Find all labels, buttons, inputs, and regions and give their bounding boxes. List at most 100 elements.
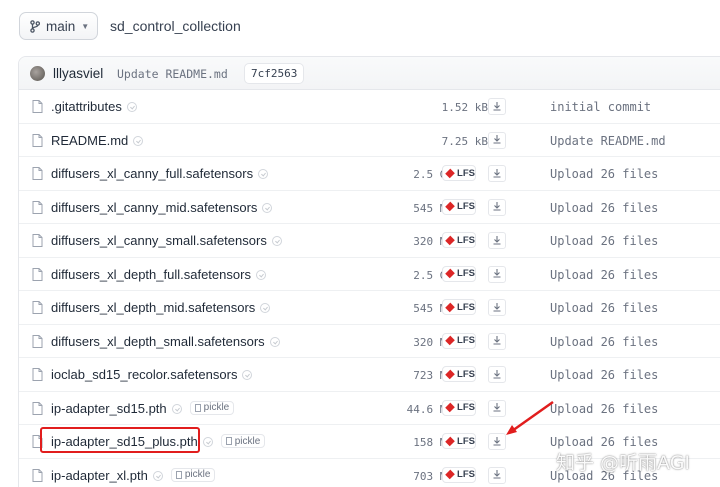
download-button[interactable] — [488, 98, 506, 115]
pickle-icon — [225, 437, 232, 445]
lfs-icon — [445, 201, 455, 212]
lfs-badge[interactable]: LFS — [442, 198, 476, 215]
table-row: ioclab_sd15_recolor.safetensors 723 MB LFS… — [19, 358, 720, 392]
file-name-link[interactable]: ioclab_sd15_recolor.safetensors — [51, 367, 237, 382]
download-button[interactable] — [488, 198, 506, 216]
download-icon — [492, 98, 502, 116]
lfs-badge[interactable]: LFS — [442, 466, 476, 483]
safe-check-icon[interactable] — [258, 169, 269, 179]
lfs-badge[interactable]: LFS — [442, 265, 476, 282]
lfs-badge[interactable]: LFS — [442, 332, 476, 349]
pickle-badge[interactable]: pickle — [189, 400, 235, 415]
safe-check-icon[interactable] — [152, 470, 163, 481]
lfs-label: LFS — [457, 234, 475, 246]
last-commit-message[interactable]: Upload 26 files — [550, 402, 658, 416]
file-icon — [32, 200, 43, 219]
pickle-icon — [194, 403, 201, 412]
commit-author[interactable]: lllyasviel — [53, 66, 103, 81]
last-commit-message[interactable]: Upload 26 files — [550, 234, 658, 248]
lfs-badge[interactable]: LFS — [442, 399, 476, 416]
download-icon — [492, 131, 502, 149]
safe-check-icon[interactable] — [260, 303, 271, 313]
file-size: 7.25 kB — [441, 134, 488, 148]
file-name-wrap: diffusers_xl_depth_small.safetensors — [51, 334, 280, 349]
chevron-down-icon: ▼ — [81, 21, 90, 31]
last-commit-message[interactable]: Update README.md — [550, 134, 666, 148]
safe-check-icon[interactable] — [271, 236, 282, 246]
file-icon — [32, 100, 43, 118]
file-name-wrap: diffusers_xl_depth_full.safetensors — [51, 267, 266, 282]
file-icon — [32, 267, 43, 286]
repo-name[interactable]: sd_control_collection — [110, 18, 241, 34]
file-name-wrap: ip-adapter_xl.pth pickle — [51, 467, 216, 483]
file-name-link[interactable]: diffusers_xl_canny_full.safetensors — [51, 166, 253, 181]
download-button[interactable] — [488, 299, 506, 316]
last-commit-message[interactable]: Upload 26 files — [550, 301, 658, 315]
last-commit-message[interactable]: Upload 26 files — [550, 268, 658, 282]
lfs-badge[interactable]: LFS — [442, 165, 476, 181]
file-icon — [32, 368, 43, 386]
table-row: README.md 7.25 kB Update README.md — [19, 124, 720, 157]
repo-header: main ▼ sd_control_collection — [0, 0, 720, 56]
avatar[interactable] — [30, 66, 45, 81]
download-button[interactable] — [488, 232, 506, 249]
highlight-box — [40, 427, 200, 453]
last-commit-message[interactable]: Upload 26 files — [550, 167, 658, 181]
lfs-badge[interactable]: LFS — [442, 299, 476, 315]
file-name-link[interactable]: diffusers_xl_depth_mid.safetensors — [51, 300, 255, 315]
pickle-label: pickle — [234, 435, 261, 447]
file-name-link[interactable]: diffusers_xl_canny_small.safetensors — [51, 233, 267, 248]
branch-selector-button[interactable]: main ▼ — [19, 12, 98, 40]
file-name-wrap: diffusers_xl_canny_small.safetensors — [51, 233, 282, 248]
last-commit-message[interactable]: Upload 26 files — [550, 335, 658, 349]
lfs-icon — [445, 268, 455, 279]
safe-check-icon[interactable] — [202, 437, 213, 447]
file-name-wrap: .gitattributes — [51, 99, 137, 114]
table-row: ip-adapter_sd15.pth pickle 44.6 MB LFS Uploa… — [19, 392, 720, 425]
lfs-icon — [445, 436, 455, 446]
file-icon — [32, 401, 43, 420]
safe-check-icon[interactable] — [171, 403, 182, 414]
download-button[interactable] — [488, 131, 506, 149]
last-commit-message[interactable]: Upload 26 files — [550, 201, 658, 215]
download-button[interactable] — [488, 265, 506, 283]
safe-check-icon[interactable] — [242, 370, 253, 380]
download-button[interactable] — [488, 332, 506, 350]
lfs-label: LFS — [457, 201, 475, 212]
last-commit-message[interactable]: initial commit — [550, 100, 651, 114]
last-commit-message[interactable]: Upload 26 files — [550, 435, 658, 449]
lfs-badge[interactable]: LFS — [442, 433, 476, 449]
file-name-link[interactable]: diffusers_xl_depth_full.safetensors — [51, 267, 251, 282]
safe-check-icon[interactable] — [255, 269, 266, 280]
pickle-badge[interactable]: pickle — [220, 434, 266, 448]
lfs-badge[interactable]: LFS — [442, 366, 476, 382]
lfs-label: LFS — [457, 335, 475, 346]
file-name-link[interactable]: diffusers_xl_canny_mid.safetensors — [51, 200, 257, 215]
table-row: diffusers_xl_depth_full.safetensors 2.5 G… — [19, 258, 720, 291]
download-button[interactable] — [488, 466, 506, 484]
file-name-wrap: diffusers_xl_canny_mid.safetensors — [51, 200, 273, 215]
pickle-badge[interactable]: pickle — [170, 467, 216, 482]
file-icon — [32, 468, 43, 487]
commit-hash[interactable]: 7cf2563 — [244, 63, 305, 84]
safe-check-icon[interactable] — [126, 102, 137, 112]
last-commit-message[interactable]: Upload 26 files — [550, 368, 658, 382]
file-name-link[interactable]: ip-adapter_sd15.pth — [51, 401, 167, 416]
safe-check-icon[interactable] — [269, 336, 280, 347]
download-icon — [492, 299, 502, 317]
file-icon — [32, 301, 43, 319]
safe-check-icon[interactable] — [133, 135, 144, 146]
download-button[interactable] — [488, 165, 506, 182]
lfs-icon — [445, 235, 455, 245]
commit-message[interactable]: Update README.md — [117, 67, 228, 81]
file-name-link[interactable]: README.md — [51, 133, 128, 148]
file-name-link[interactable]: ip-adapter_xl.pth — [51, 468, 148, 483]
download-icon — [492, 232, 502, 250]
file-name-link[interactable]: diffusers_xl_depth_small.safetensors — [51, 334, 265, 349]
lfs-badge[interactable]: LFS — [442, 232, 476, 248]
file-name-link[interactable]: .gitattributes — [51, 99, 122, 114]
lfs-label: LFS — [457, 402, 475, 413]
download-button[interactable] — [488, 366, 506, 383]
lfs-icon — [445, 369, 455, 379]
safe-check-icon[interactable] — [262, 202, 273, 213]
